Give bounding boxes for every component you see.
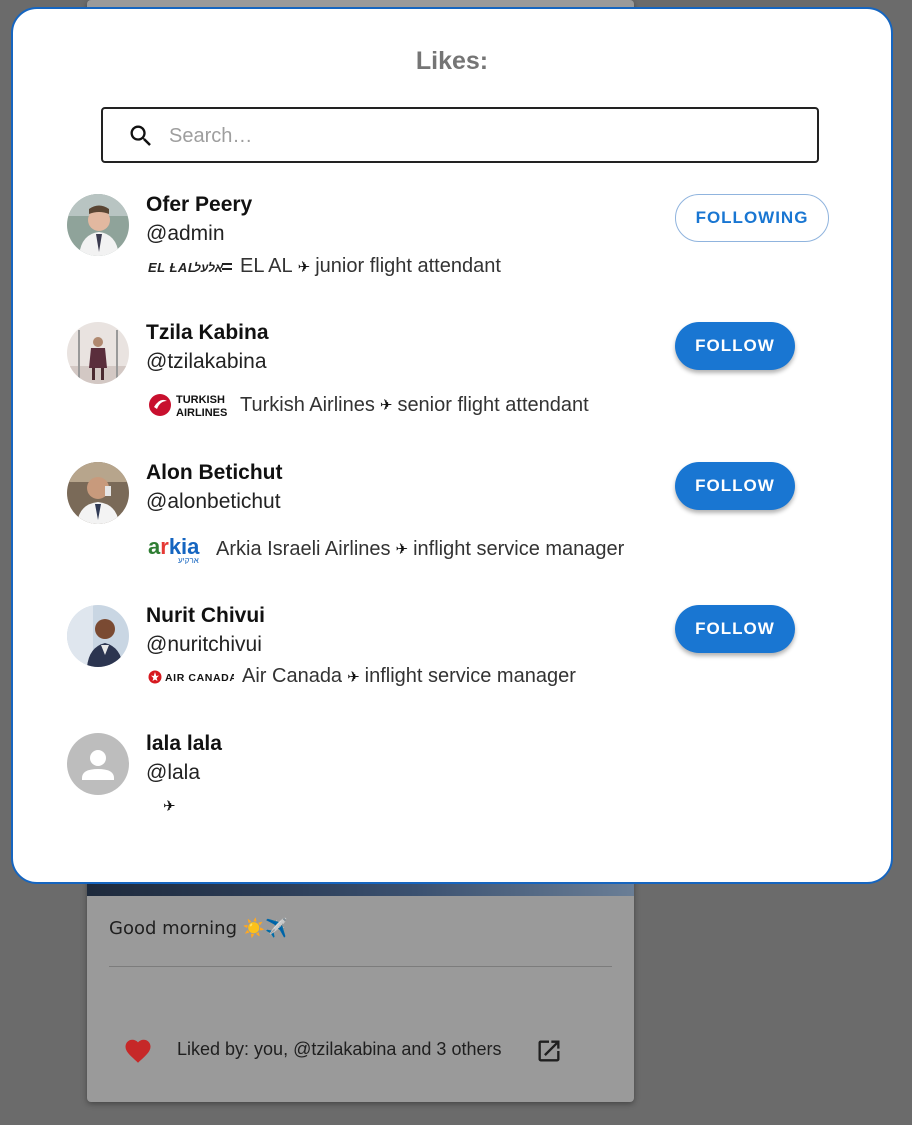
svg-text:AIRLINES: AIRLINES [176, 407, 227, 419]
open-in-new-icon[interactable] [535, 1037, 563, 1065]
airplane-icon: ✈ [297, 258, 311, 276]
search-input[interactable] [167, 119, 791, 153]
airplane-icon: ✈ [395, 541, 409, 558]
user-name[interactable]: Nurit Chivui [146, 604, 265, 628]
user-handle: @alonbetichut [146, 490, 281, 513]
user-job: ✈ [158, 797, 181, 815]
default-avatar-icon [67, 733, 129, 795]
post-text: Good morning ☀️✈️ [109, 918, 288, 939]
post-divider [109, 966, 612, 967]
user-name[interactable]: lala lala [146, 732, 222, 756]
user-name[interactable]: Alon Betichut [146, 461, 283, 485]
turkish-airlines-logo: TURKISH AIRLINES [149, 394, 227, 419]
avatar[interactable] [67, 194, 129, 256]
user-job: AIR CANADA Air Canada ✈ inflight service… [148, 665, 576, 688]
airplane-icon: ✈ [163, 798, 176, 815]
follow-button[interactable]: FOLLOW [675, 462, 795, 510]
search-icon [130, 125, 151, 146]
user-role: inflight service manager [364, 665, 576, 687]
avatar[interactable] [67, 462, 129, 524]
user-handle: @admin [146, 222, 225, 245]
air-canada-logo: AIR CANADA [148, 670, 234, 684]
user-role: junior flight attendant [315, 255, 501, 277]
avatar[interactable] [67, 733, 129, 795]
user-name[interactable]: Ofer Peery [146, 193, 252, 217]
airline-name: Air Canada [242, 665, 343, 687]
airplane-icon: ✈ [347, 668, 360, 686]
likes-dialog: Likes: Ofer Peery @admin EL ȽAL אלעל [11, 7, 893, 884]
svg-text:EL ȽAL: EL ȽAL [148, 260, 196, 275]
heart-icon[interactable] [123, 1036, 153, 1066]
airline-name: Arkia Israeli Airlines [216, 537, 391, 560]
arkia-logo: arkia ארקיע [148, 534, 200, 564]
follow-button[interactable]: FOLLOW [675, 605, 795, 653]
user-handle: @nuritchivui [146, 633, 262, 656]
liked-by-text: Liked by: you, @tzilakabina and 3 others [177, 1039, 502, 1059]
dialog-title: Likes: [415, 47, 489, 75]
airline-name: Turkish Airlines [240, 393, 375, 416]
avatar[interactable] [67, 322, 129, 384]
user-role: inflight service manager [413, 537, 625, 560]
airline-name: EL AL [240, 255, 293, 277]
user-job: EL ȽAL אלעל EL AL ✈ junior flight attend… [148, 255, 501, 278]
user-name[interactable]: Tzila Kabina [146, 321, 269, 345]
svg-text:AIR CANADA: AIR CANADA [165, 672, 234, 684]
user-role: senior flight attendant [397, 393, 589, 416]
elal-logo: EL ȽAL אלעל [148, 260, 232, 275]
search-box[interactable] [101, 107, 819, 163]
user-handle: @tzilakabina [146, 350, 267, 373]
user-handle: @lala [146, 761, 201, 784]
airplane-icon: ✈ [379, 397, 393, 414]
following-button[interactable]: FOLLOWING [675, 194, 829, 242]
svg-text:ארקיע: ארקיע [178, 556, 199, 564]
svg-text:אלעל: אלעל [194, 261, 224, 275]
svg-text:TURKISH: TURKISH [176, 394, 225, 406]
follow-button[interactable]: FOLLOW [675, 322, 795, 370]
user-job: arkia ארקיע Arkia Israeli Airlines ✈ inf… [148, 534, 624, 564]
avatar[interactable] [67, 605, 129, 667]
user-job: TURKISH AIRLINES Turkish Airlines ✈ seni… [148, 391, 589, 419]
